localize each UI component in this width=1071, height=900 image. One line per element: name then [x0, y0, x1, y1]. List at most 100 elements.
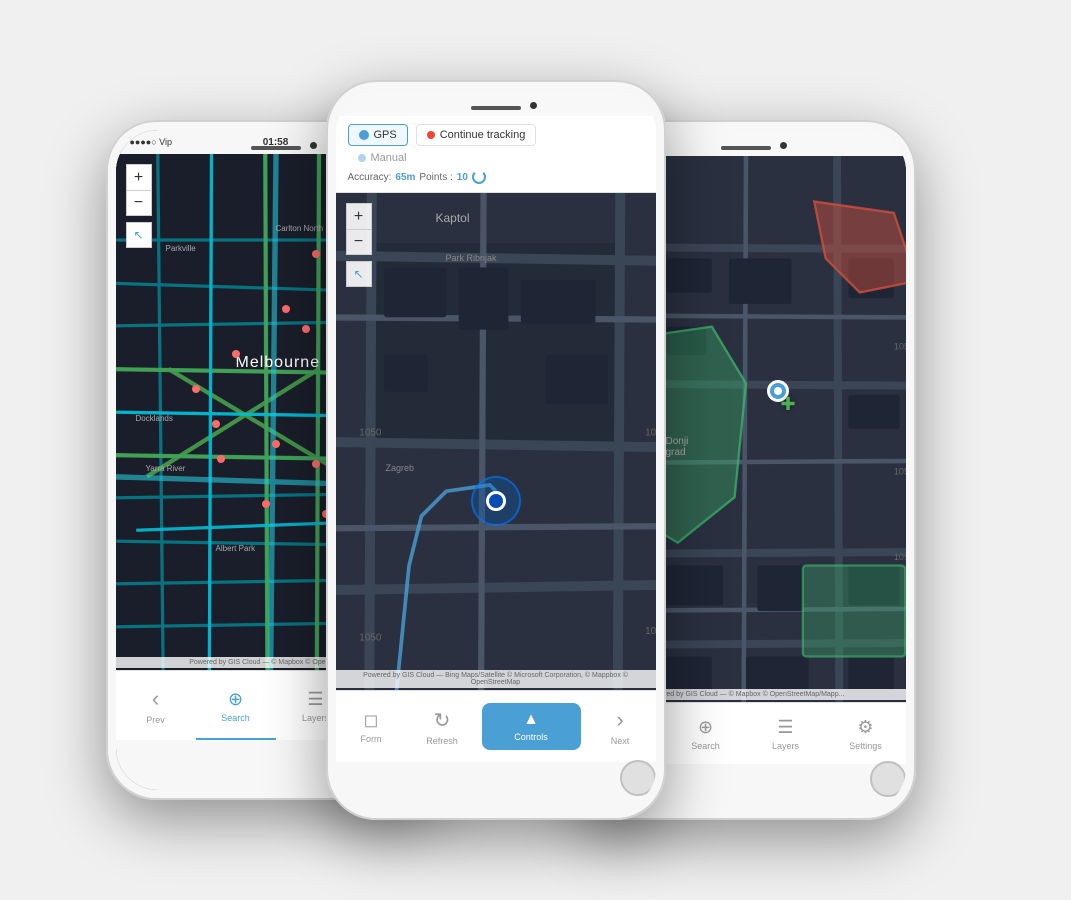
manual-dot [358, 154, 366, 162]
gps-option-btn[interactable]: GPS [348, 124, 408, 146]
next-icon-center: › [616, 707, 623, 733]
kaptol-label: Kaptol [436, 211, 470, 225]
location-outer [471, 476, 521, 526]
layers-icon-right: ☰ [777, 717, 793, 738]
park-ribnjak-label: Park Ribnjak [446, 253, 497, 263]
gps-panel: GPS Continue tracking Manual Accuracy: [336, 116, 656, 193]
accuracy-row: Accuracy: 65m Points : 10 [348, 170, 644, 184]
location-pin-right: ✚ [767, 380, 789, 402]
attribution-center: Powered by GIS Cloud — Bing Maps/Satelli… [336, 670, 656, 688]
camera-center [530, 102, 537, 109]
refresh-label-center: Refresh [426, 736, 458, 746]
map-controls-left: + − ↖ [126, 164, 152, 248]
speaker-center [471, 106, 521, 110]
home-button-right[interactable] [870, 761, 906, 797]
speaker-left [251, 146, 301, 150]
area-albert: Albert Park [216, 544, 256, 553]
zoom-out-center[interactable]: − [346, 229, 372, 255]
map-dot-14 [262, 500, 270, 508]
area-docklands: Docklands [136, 414, 173, 423]
map-dot-7 [192, 385, 200, 393]
map-dot-8 [212, 420, 220, 428]
search-icon-right: ⊕ [698, 717, 713, 738]
area-carlton: Carlton North [276, 224, 324, 233]
svg-text:1050: 1050 [359, 632, 382, 643]
compass-center[interactable]: ↖ [346, 261, 372, 287]
nav-prev-left[interactable]: ‹ Prev [116, 686, 196, 725]
continue-tracking-btn[interactable]: Continue tracking [416, 124, 537, 146]
accuracy-label: Accuracy: [348, 172, 392, 183]
camera-right [780, 142, 787, 149]
map-dot-5 [302, 325, 310, 333]
bottom-nav-center: ◻ Form ↻ Refresh ▲ Controls › Next [336, 690, 656, 762]
phone-center: GPS Continue tracking Manual Accuracy: [326, 80, 666, 820]
center-map-svg: 1050 1050 1050 1050 [336, 193, 656, 690]
layers-label-right: Layers [772, 741, 799, 751]
layers-icon-left: ☰ [307, 689, 323, 710]
manual-label: Manual [371, 152, 407, 164]
phone-center-body: GPS Continue tracking Manual Accuracy: [336, 90, 656, 810]
controls-label-center: Controls [514, 732, 548, 742]
compass-left[interactable]: ↖ [126, 222, 152, 248]
gps-label: GPS [374, 129, 397, 141]
controls-icon-center: ▲ [523, 711, 539, 729]
form-label-center: Form [361, 734, 382, 744]
area-parkville: Parkville [166, 244, 196, 253]
search-label-left: Search [221, 713, 250, 723]
svg-text:1050: 1050 [893, 341, 905, 351]
svg-text:1050: 1050 [893, 552, 905, 562]
plus-icon-right: ✚ [781, 394, 796, 415]
map-dot-10 [312, 460, 320, 468]
zoom-in-left[interactable]: + [126, 164, 152, 190]
home-button-center[interactable] [620, 760, 656, 796]
map-dot-1 [312, 250, 320, 258]
settings-icon-right: ⚙ [857, 717, 873, 738]
form-icon-center: ◻ [364, 710, 379, 731]
gps-options-row: GPS Continue tracking [348, 124, 644, 146]
nav-search-right[interactable]: ⊕ Search [666, 717, 746, 751]
map-dot-4 [282, 305, 290, 313]
map-dot-6 [232, 350, 240, 358]
nav-refresh-center[interactable]: ↻ Refresh [407, 708, 478, 746]
speaker-right [721, 146, 771, 150]
zagreb-label: Zagreb [386, 463, 415, 473]
manual-option[interactable]: Manual [348, 150, 417, 166]
accuracy-value: 65m [395, 172, 415, 183]
zoom-out-left[interactable]: − [126, 190, 152, 216]
nav-next-center[interactable]: › Next [585, 707, 656, 746]
nav-layers-right[interactable]: ☰ Layers [746, 717, 826, 751]
gps-manual-row: Manual [348, 150, 644, 166]
svg-text:1050: 1050 [645, 427, 656, 438]
refresh-icon-gps[interactable] [472, 170, 486, 184]
nav-settings-right[interactable]: ⚙ Settings [826, 717, 906, 751]
map-center: 1050 1050 1050 1050 Kaptol Park Ribnjak … [336, 193, 656, 690]
location-marker-center [471, 476, 521, 526]
svg-text:1050: 1050 [359, 427, 382, 438]
status-carrier-left: ●●●●○ Vip [130, 137, 227, 147]
zoom-in-center[interactable]: + [346, 203, 372, 229]
prev-label-left: Prev [146, 715, 165, 725]
location-inner [486, 491, 506, 511]
phones-container: ●●●●○ Vip 01:58 ✦ [86, 40, 986, 860]
search-icon-left: ⊕ [228, 689, 243, 710]
map-controls-center: + − ↖ [346, 203, 372, 287]
refresh-icon-center: ↻ [434, 708, 451, 733]
points-label: Points : [419, 172, 452, 183]
donji-grad-label: Donjigrad [666, 436, 689, 458]
prev-icon-left: ‹ [152, 686, 159, 712]
svg-text:1050: 1050 [645, 626, 656, 637]
nav-search-left[interactable]: ⊕ Search [196, 689, 276, 723]
area-yarra: Yarra River [146, 464, 186, 473]
home-area-center [336, 762, 656, 810]
red-dot-continue [427, 131, 435, 139]
continue-label: Continue tracking [440, 129, 526, 141]
map-dot-9 [272, 440, 280, 448]
next-label-center: Next [611, 736, 630, 746]
nav-controls-center[interactable]: ▲ Controls [482, 703, 581, 750]
map-dot-15 [217, 455, 225, 463]
camera-left [310, 142, 317, 149]
nav-form-center[interactable]: ◻ Form [336, 710, 407, 744]
status-bar-center [336, 90, 656, 116]
layers-label-left: Layers [302, 713, 329, 723]
svg-text:1050: 1050 [893, 466, 905, 476]
